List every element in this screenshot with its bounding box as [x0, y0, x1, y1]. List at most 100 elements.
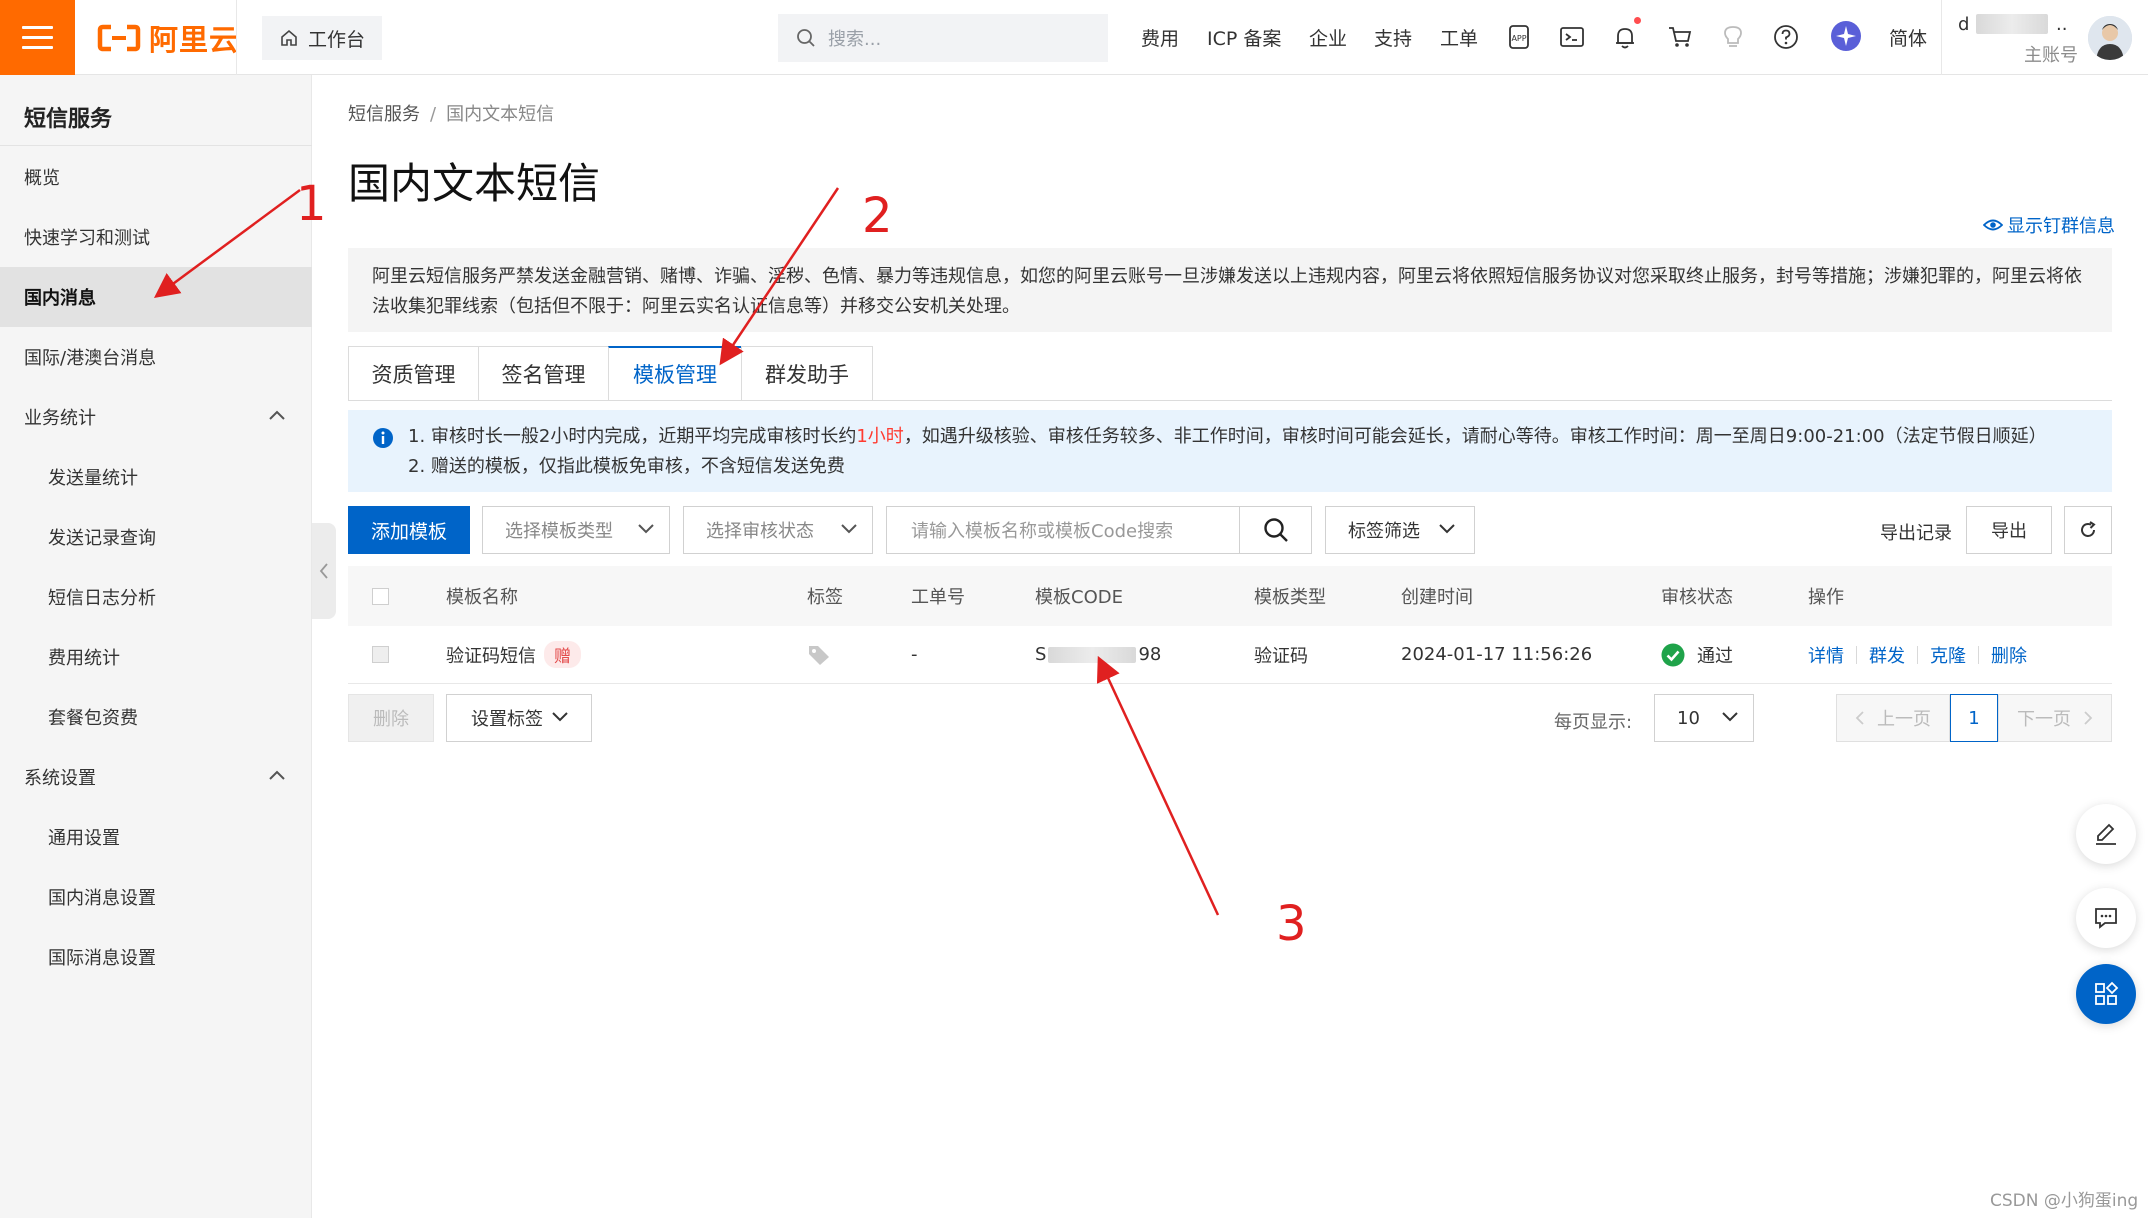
sidebar-item-overview[interactable]: 概览: [0, 147, 312, 207]
annotation-number-3: 3: [1276, 896, 1307, 952]
tab-template[interactable]: 模板管理: [608, 346, 741, 401]
status-label: 通过: [1697, 645, 1733, 667]
page-1-button[interactable]: 1: [1950, 694, 1998, 742]
sidebar-item-log-analysis[interactable]: 短信日志分析: [0, 567, 312, 627]
tab-bulk-send[interactable]: 群发助手: [741, 346, 873, 401]
sidebar: 短信服务 概览 快速学习和测试 国内消息 国际/港澳台消息 业务统计 发送量统计…: [0, 75, 312, 1218]
search-icon: [797, 29, 815, 47]
review-info-box: 1. 审核时长一般2小时内完成，近期平均完成审核时长约1小时，如遇升级核验、审核…: [348, 410, 2112, 492]
sidebar-group-statistics[interactable]: 业务统计: [0, 387, 312, 447]
sidebar-collapse-button[interactable]: [312, 523, 336, 619]
divider: [236, 0, 237, 75]
notification-dot: [1634, 17, 1641, 24]
watermark: CSDN @小狗蛋ing: [1990, 1191, 2139, 1211]
next-page-button[interactable]: 下一页: [1998, 694, 2112, 742]
template-search-input[interactable]: 请输入模板名称或模板Code搜索: [886, 506, 1240, 554]
detail-link[interactable]: 详情: [1808, 642, 1844, 668]
language-switch[interactable]: 简体: [1889, 24, 1927, 51]
feedback-float-button[interactable]: [2076, 888, 2136, 948]
sidebar-item-send-records[interactable]: 发送记录查询: [0, 507, 312, 567]
sidebar-item-international[interactable]: 国际/港澳台消息: [0, 327, 312, 387]
ai-assistant-icon[interactable]: [1830, 20, 1862, 52]
nav-icp[interactable]: ICP 备案: [1207, 24, 1281, 51]
template-type-select[interactable]: 选择模板类型: [482, 506, 670, 554]
nav-support[interactable]: 支持: [1374, 24, 1412, 51]
home-icon: [281, 29, 297, 46]
tag-filter-button[interactable]: 标签筛选: [1325, 506, 1475, 554]
select-all-checkbox[interactable]: [372, 566, 389, 626]
chevron-up-icon: [269, 770, 285, 780]
terminal-icon[interactable]: [1558, 23, 1586, 51]
help-icon[interactable]: [1772, 23, 1800, 51]
header-type: 模板类型: [1254, 587, 1326, 608]
template-type-cell: 验证码: [1254, 645, 1308, 667]
breadcrumb-separator: /: [430, 104, 437, 125]
avatar[interactable]: [2088, 16, 2132, 60]
notice-line-1: 阿里云短信服务严禁发送金融营销、赌博、诈骗、淫秽、色情、暴力等违规信息，如您的阿…: [372, 266, 2082, 287]
header-status: 审核状态: [1661, 587, 1733, 608]
apps-float-button[interactable]: [2076, 964, 2136, 1024]
bell-icon[interactable]: [1611, 23, 1639, 51]
tag-cell[interactable]: [807, 626, 831, 683]
aliyun-logo[interactable]: 阿里云: [97, 19, 239, 57]
show-info-label: 显示钉群信息: [2007, 216, 2115, 237]
app-icon[interactable]: APP: [1505, 23, 1533, 51]
divider: [0, 145, 312, 146]
sidebar-group-settings[interactable]: 系统设置: [0, 747, 312, 807]
workbench-button[interactable]: 工作台: [262, 16, 382, 60]
user-name-redaction: [1976, 14, 2048, 34]
lightbulb-icon[interactable]: [1719, 23, 1747, 51]
add-template-button[interactable]: 添加模板: [348, 506, 470, 554]
sidebar-item-cost-stats[interactable]: 费用统计: [0, 627, 312, 687]
breadcrumb-root[interactable]: 短信服务: [348, 104, 420, 125]
menu-icon[interactable]: [0, 0, 75, 75]
sidebar-item-general-settings[interactable]: 通用设置: [0, 807, 312, 867]
show-dingtalk-info-link[interactable]: 显示钉群信息: [1983, 212, 2115, 238]
sidebar-item-international-settings[interactable]: 国际消息设置: [0, 927, 312, 987]
sidebar-item-domestic[interactable]: 国内消息: [0, 267, 312, 327]
table-row: 验证码短信 赠 - S 98 验证码 2024-01-17 11:56:26 通…: [348, 626, 2112, 684]
prev-page-button[interactable]: 上一页: [1836, 694, 1950, 742]
review-status-select[interactable]: 选择审核状态: [683, 506, 873, 554]
annotation-number-2: 2: [862, 188, 893, 244]
header-actions: 操作: [1808, 587, 1844, 608]
search-icon: [1263, 518, 1288, 542]
check-circle-icon: [1661, 643, 1685, 666]
cart-icon[interactable]: [1666, 23, 1694, 51]
sidebar-item-package-pricing[interactable]: 套餐包资费: [0, 687, 312, 747]
row-checkbox[interactable]: [372, 626, 389, 683]
nav-enterprise[interactable]: 企业: [1309, 24, 1347, 51]
export-button[interactable]: 导出: [1966, 506, 2052, 554]
edit-float-button[interactable]: [2076, 804, 2136, 864]
pencil-icon: [2096, 823, 2116, 845]
sidebar-item-send-volume[interactable]: 发送量统计: [0, 447, 312, 507]
batch-delete-button[interactable]: 删除: [348, 694, 434, 742]
sidebar-item-domestic-settings[interactable]: 国内消息设置: [0, 867, 312, 927]
header-tag: 标签: [807, 587, 843, 608]
nav-billing[interactable]: 费用: [1141, 24, 1179, 51]
delete-link[interactable]: 删除: [1991, 642, 2027, 668]
global-search-input[interactable]: 搜索...: [778, 14, 1108, 62]
sidebar-item-quickstart[interactable]: 快速学习和测试: [0, 207, 312, 267]
refresh-button[interactable]: [2064, 506, 2112, 554]
gift-badge: 赠: [544, 641, 581, 668]
bulk-send-link[interactable]: 群发: [1869, 642, 1905, 668]
chevron-down-icon: [552, 712, 568, 722]
nav-ticket[interactable]: 工单: [1440, 24, 1478, 51]
actions-cell: 详情 群发 克隆 删除: [1808, 626, 2027, 683]
per-page-select[interactable]: 10: [1654, 694, 1754, 742]
search-button[interactable]: [1239, 506, 1312, 554]
tab-signature[interactable]: 签名管理: [478, 346, 608, 401]
top-navigation-bar: 阿里云 工作台 搜索... 费用 ICP 备案 企业 支持 工单 APP 简体 …: [0, 0, 2148, 75]
clone-link[interactable]: 克隆: [1930, 642, 1966, 668]
code-redaction: [1048, 646, 1137, 663]
ticket-cell: -: [911, 644, 918, 665]
search-placeholder: 搜索...: [828, 29, 882, 50]
info-line-1: 1. 审核时长一般2小时内完成，近期平均完成审核时长约1小时，如遇升级核验、审核…: [408, 426, 2047, 447]
set-tag-button[interactable]: 设置标签: [446, 694, 592, 742]
account-type: 主账号: [2024, 45, 2078, 66]
export-records-link[interactable]: 导出记录: [1880, 519, 1952, 545]
template-code-cell: S 98: [1035, 626, 1161, 683]
tab-qualification[interactable]: 资质管理: [348, 346, 478, 401]
eye-icon: [1983, 219, 2003, 231]
